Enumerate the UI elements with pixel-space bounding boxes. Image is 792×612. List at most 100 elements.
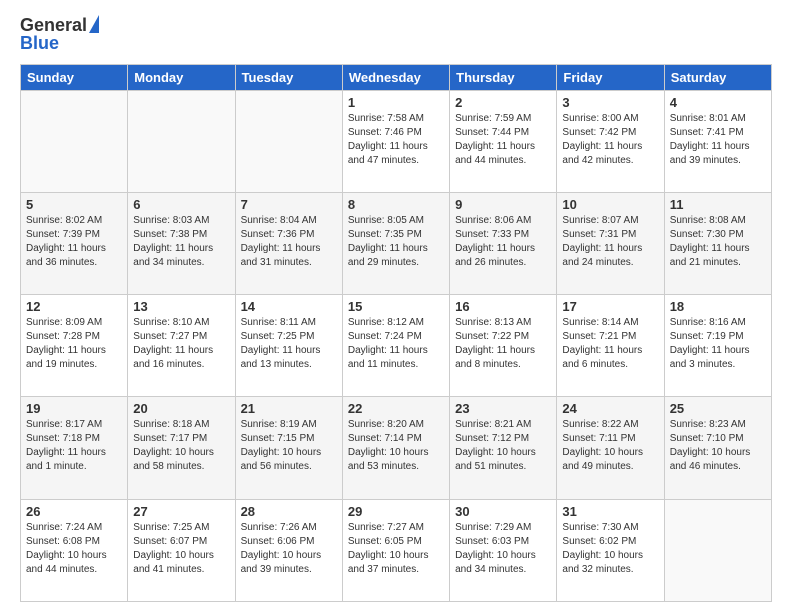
- cell-date-number: 19: [26, 401, 122, 416]
- cell-info-text: Sunrise: 8:21 AMSunset: 7:12 PMDaylight:…: [455, 418, 551, 474]
- cell-date-number: 18: [670, 299, 766, 314]
- day-header-tuesday: Tuesday: [235, 64, 342, 90]
- cell-date-number: 21: [241, 401, 337, 416]
- cell-info-text: Sunrise: 8:06 AMSunset: 7:33 PMDaylight:…: [455, 214, 551, 270]
- calendar-cell: [664, 499, 771, 601]
- calendar-cell: 8 Sunrise: 8:05 AMSunset: 7:35 PMDaylight…: [342, 192, 449, 294]
- cell-info-text: Sunrise: 8:19 AMSunset: 7:15 PMDaylight:…: [241, 418, 337, 474]
- cell-info-text: Sunrise: 7:25 AMSunset: 6:07 PMDaylight:…: [133, 521, 229, 577]
- calendar-cell: 9 Sunrise: 8:06 AMSunset: 7:33 PMDaylight…: [450, 192, 557, 294]
- calendar-cell: 14Sunrise: 8:11 AMSunset: 7:25 PMDayligh…: [235, 295, 342, 397]
- calendar-cell: [128, 90, 235, 192]
- cell-date-number: 13: [133, 299, 229, 314]
- calendar-cell: 13 Sunrise: 8:10 AMSunset: 7:27 PMDayligh…: [128, 295, 235, 397]
- cell-date-number: 9: [455, 197, 551, 212]
- cell-info-text: Sunrise: 8:04 AMSunset: 7:36 PMDaylight:…: [241, 214, 337, 270]
- calendar-cell: 16Sunrise: 8:13 AMSunset: 7:22 PMDayligh…: [450, 295, 557, 397]
- cell-date-number: 31: [562, 504, 658, 519]
- cell-info-text: Sunrise: 8:10 AMSunset: 7:27 PMDaylight:…: [133, 316, 229, 372]
- calendar-cell: 4 Sunrise: 8:01 AMSunset: 7:41 PMDaylight…: [664, 90, 771, 192]
- cell-date-number: 24: [562, 401, 658, 416]
- calendar-cell: 19 Sunrise: 8:17 AMSunset: 7:18 PMDayligh…: [21, 397, 128, 499]
- calendar-cell: 26Sunrise: 7:24 AMSunset: 6:08 PMDayligh…: [21, 499, 128, 601]
- calendar-week-row: 19 Sunrise: 8:17 AMSunset: 7:18 PMDayligh…: [21, 397, 772, 499]
- cell-date-number: 8: [348, 197, 444, 212]
- calendar-week-row: 26Sunrise: 7:24 AMSunset: 6:08 PMDayligh…: [21, 499, 772, 601]
- day-header-friday: Friday: [557, 64, 664, 90]
- day-header-thursday: Thursday: [450, 64, 557, 90]
- cell-info-text: Sunrise: 8:02 AMSunset: 7:39 PMDaylight:…: [26, 214, 122, 270]
- logo-triangle-icon: [89, 15, 99, 33]
- day-header-monday: Monday: [128, 64, 235, 90]
- cell-date-number: 7: [241, 197, 337, 212]
- calendar-cell: 31 Sunrise: 7:30 AMSunset: 6:02 PMDayligh…: [557, 499, 664, 601]
- calendar-cell: 20 Sunrise: 8:18 AMSunset: 7:17 PMDayligh…: [128, 397, 235, 499]
- calendar-cell: 5 Sunrise: 8:02 AMSunset: 7:39 PMDaylight…: [21, 192, 128, 294]
- cell-info-text: Sunrise: 8:16 AMSunset: 7:19 PMDaylight:…: [670, 316, 766, 372]
- logo: General Blue: [20, 16, 99, 54]
- cell-date-number: 29: [348, 504, 444, 519]
- cell-date-number: 10: [562, 197, 658, 212]
- calendar-cell: 10 Sunrise: 8:07 AMSunset: 7:31 PMDayligh…: [557, 192, 664, 294]
- cell-info-text: Sunrise: 8:22 AMSunset: 7:11 PMDaylight:…: [562, 418, 658, 474]
- cell-info-text: Sunrise: 8:23 AMSunset: 7:10 PMDaylight:…: [670, 418, 766, 474]
- cell-date-number: 20: [133, 401, 229, 416]
- cell-info-text: Sunrise: 8:12 AMSunset: 7:24 PMDaylight:…: [348, 316, 444, 372]
- cell-date-number: 2: [455, 95, 551, 110]
- calendar-cell: 7 Sunrise: 8:04 AMSunset: 7:36 PMDaylight…: [235, 192, 342, 294]
- cell-info-text: Sunrise: 8:17 AMSunset: 7:18 PMDaylight:…: [26, 418, 122, 474]
- cell-info-text: Sunrise: 8:03 AMSunset: 7:38 PMDaylight:…: [133, 214, 229, 270]
- cell-date-number: 1: [348, 95, 444, 110]
- cell-date-number: 14: [241, 299, 337, 314]
- calendar-cell: 25 Sunrise: 8:23 AMSunset: 7:10 PMDayligh…: [664, 397, 771, 499]
- cell-info-text: Sunrise: 8:09 AMSunset: 7:28 PMDaylight:…: [26, 316, 122, 372]
- calendar-cell: 21 Sunrise: 8:19 AMSunset: 7:15 PMDayligh…: [235, 397, 342, 499]
- cell-info-text: Sunrise: 8:20 AMSunset: 7:14 PMDaylight:…: [348, 418, 444, 474]
- cell-info-text: Sunrise: 8:13 AMSunset: 7:22 PMDaylight:…: [455, 316, 551, 372]
- cell-date-number: 6: [133, 197, 229, 212]
- cell-date-number: 17: [562, 299, 658, 314]
- calendar-header-row: SundayMondayTuesdayWednesdayThursdayFrid…: [21, 64, 772, 90]
- cell-date-number: 28: [241, 504, 337, 519]
- cell-info-text: Sunrise: 8:18 AMSunset: 7:17 PMDaylight:…: [133, 418, 229, 474]
- cell-info-text: Sunrise: 7:30 AMSunset: 6:02 PMDaylight:…: [562, 521, 658, 577]
- day-header-wednesday: Wednesday: [342, 64, 449, 90]
- calendar-cell: 3 Sunrise: 8:00 AMSunset: 7:42 PMDaylight…: [557, 90, 664, 192]
- calendar-cell: 23 Sunrise: 8:21 AMSunset: 7:12 PMDayligh…: [450, 397, 557, 499]
- calendar-cell: 30Sunrise: 7:29 AMSunset: 6:03 PMDayligh…: [450, 499, 557, 601]
- cell-info-text: Sunrise: 8:01 AMSunset: 7:41 PMDaylight:…: [670, 112, 766, 168]
- calendar-cell: 6 Sunrise: 8:03 AMSunset: 7:38 PMDaylight…: [128, 192, 235, 294]
- cell-info-text: Sunrise: 8:00 AMSunset: 7:42 PMDaylight:…: [562, 112, 658, 168]
- page: General Blue SundayMondayTuesdayWednesda…: [0, 0, 792, 612]
- cell-info-text: Sunrise: 7:26 AMSunset: 6:06 PMDaylight:…: [241, 521, 337, 577]
- calendar-cell: 27 Sunrise: 7:25 AMSunset: 6:07 PMDayligh…: [128, 499, 235, 601]
- cell-date-number: 26: [26, 504, 122, 519]
- calendar-cell: 11 Sunrise: 8:08 AMSunset: 7:30 PMDayligh…: [664, 192, 771, 294]
- calendar-cell: 29 Sunrise: 7:27 AMSunset: 6:05 PMDayligh…: [342, 499, 449, 601]
- calendar-cell: 22Sunrise: 8:20 AMSunset: 7:14 PMDayligh…: [342, 397, 449, 499]
- calendar-cell: [235, 90, 342, 192]
- cell-info-text: Sunrise: 8:07 AMSunset: 7:31 PMDaylight:…: [562, 214, 658, 270]
- cell-info-text: Sunrise: 7:29 AMSunset: 6:03 PMDaylight:…: [455, 521, 551, 577]
- calendar-cell: 1Sunrise: 7:58 AMSunset: 7:46 PMDaylight…: [342, 90, 449, 192]
- calendar-table: SundayMondayTuesdayWednesdayThursdayFrid…: [20, 64, 772, 602]
- cell-date-number: 23: [455, 401, 551, 416]
- cell-date-number: 15: [348, 299, 444, 314]
- cell-info-text: Sunrise: 7:27 AMSunset: 6:05 PMDaylight:…: [348, 521, 444, 577]
- calendar-cell: 15 Sunrise: 8:12 AMSunset: 7:24 PMDayligh…: [342, 295, 449, 397]
- cell-date-number: 27: [133, 504, 229, 519]
- cell-date-number: 12: [26, 299, 122, 314]
- cell-date-number: 5: [26, 197, 122, 212]
- calendar-cell: 24 Sunrise: 8:22 AMSunset: 7:11 PMDayligh…: [557, 397, 664, 499]
- cell-date-number: 11: [670, 197, 766, 212]
- cell-date-number: 4: [670, 95, 766, 110]
- cell-info-text: Sunrise: 8:14 AMSunset: 7:21 PMDaylight:…: [562, 316, 658, 372]
- calendar-cell: [21, 90, 128, 192]
- cell-date-number: 3: [562, 95, 658, 110]
- cell-info-text: Sunrise: 8:05 AMSunset: 7:35 PMDaylight:…: [348, 214, 444, 270]
- calendar-week-row: 1Sunrise: 7:58 AMSunset: 7:46 PMDaylight…: [21, 90, 772, 192]
- cell-info-text: Sunrise: 8:08 AMSunset: 7:30 PMDaylight:…: [670, 214, 766, 270]
- calendar-week-row: 5 Sunrise: 8:02 AMSunset: 7:39 PMDaylight…: [21, 192, 772, 294]
- calendar-cell: 28 Sunrise: 7:26 AMSunset: 6:06 PMDayligh…: [235, 499, 342, 601]
- cell-date-number: 25: [670, 401, 766, 416]
